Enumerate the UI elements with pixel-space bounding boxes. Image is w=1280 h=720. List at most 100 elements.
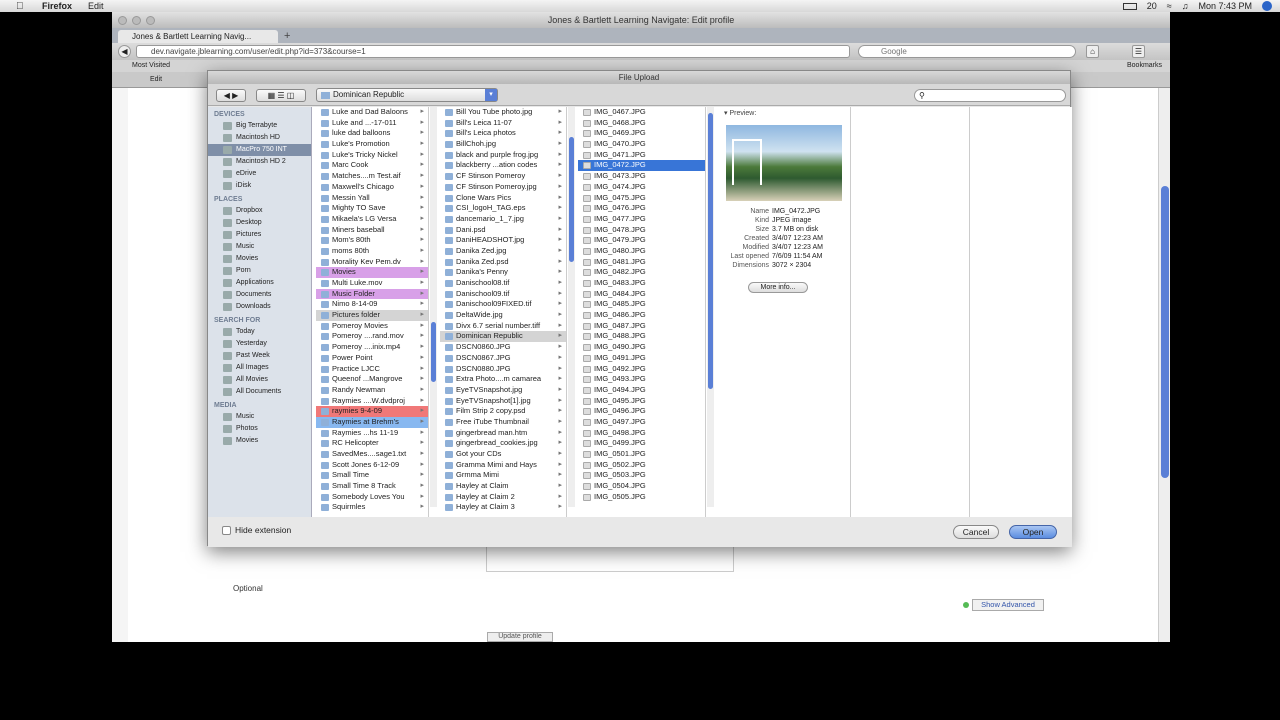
file-row[interactable]: IMG_0486.JPG [578,310,705,321]
file-row[interactable]: IMG_0493.JPG [578,374,705,385]
file-row[interactable]: IMG_0474.JPG [578,182,705,193]
file-row[interactable]: IMG_0479.JPG [578,235,705,246]
file-row[interactable]: Danischool08.tif ▸ [440,278,566,289]
file-row[interactable]: blackberry ...ation codes ▸ [440,160,566,171]
file-row[interactable]: IMG_0483.JPG [578,278,705,289]
view-mode-buttons[interactable]: ▦ ☰ ◫ [256,89,306,102]
file-row[interactable]: DSCN0880.JPG ▸ [440,364,566,375]
bookmarks-menu[interactable]: Bookmarks [1127,60,1162,72]
minimize-window-button[interactable] [132,16,141,25]
sidebar-item-media[interactable]: Photos [208,423,311,435]
file-row[interactable]: Film Strip 2 copy.psd ▸ [440,406,566,417]
file-row[interactable]: IMG_0472.JPG [578,160,705,172]
sidebar-item-search[interactable]: All Movies [208,374,311,386]
sidebar-item-places[interactable]: Porn [208,265,311,277]
file-row[interactable]: IMG_0499.JPG [578,438,705,449]
file-row[interactable]: Mighty TO Save ▸ [316,203,428,214]
volume-icon[interactable]: ♫ [1182,1,1189,11]
file-row[interactable]: Raymies at Brehm's ▸ [316,416,428,428]
wifi-icon[interactable]: ≈ [1167,1,1172,11]
file-row[interactable]: Matches....m Test.aif ▸ [316,171,428,182]
file-row[interactable]: Randy Newman ▸ [316,385,428,396]
sidebar-item-places[interactable]: Applications [208,277,311,289]
file-row[interactable]: IMG_0490.JPG [578,342,705,353]
file-row[interactable]: RC Helicopter ▸ [316,438,428,449]
file-row[interactable]: Pomeroy ....inix.mp4 ▸ [316,342,428,353]
file-row[interactable]: DSCN0860.JPG ▸ [440,342,566,353]
file-row[interactable]: IMG_0481.JPG [578,257,705,268]
file-row[interactable]: Extra Photo....m camarea ▸ [440,374,566,385]
file-row[interactable]: IMG_0485.JPG [578,299,705,310]
column-1[interactable]: Luke and Dad Baloons ▸ Luke and ...-17-011… [316,107,429,517]
file-row[interactable]: Scott Jones 6-12-09 ▸ [316,460,428,471]
file-row[interactable]: IMG_0476.JPG [578,203,705,214]
file-row[interactable]: Morality Kev Pem.dv ▸ [316,257,428,268]
file-row[interactable]: Grmma Mimi ▸ [440,470,566,481]
sidebar-item-places[interactable]: Dropbox [208,205,311,217]
most-visited-link[interactable]: Most Visited [132,60,170,72]
sidebar-item-places[interactable]: Desktop [208,217,311,229]
file-row[interactable]: Movies ▸ [316,267,428,278]
file-row[interactable]: IMG_0503.JPG [578,470,705,481]
file-row[interactable]: Practice LJCC ▸ [316,364,428,375]
file-row[interactable]: Danischool09FIXED.tif ▸ [440,299,566,310]
file-row[interactable]: DSCN0867.JPG ▸ [440,353,566,364]
file-row[interactable]: IMG_0494.JPG [578,385,705,396]
file-row[interactable]: IMG_0504.JPG [578,481,705,492]
file-row[interactable]: Multi Luke.mov ▸ [316,278,428,289]
file-row[interactable]: IMG_0498.JPG [578,428,705,439]
file-row[interactable]: IMG_0467.JPG [578,107,705,118]
sidebar-item-devices[interactable]: Macintosh HD [208,132,311,144]
back-forward-buttons[interactable]: ◀ ▶ [216,89,246,102]
file-row[interactable]: dancemario_1_7.jpg ▸ [440,214,566,225]
file-row[interactable]: Hayley at Claim 3 ▸ [440,502,566,513]
file-row[interactable]: EyeTVSnapshot[1].jpg ▸ [440,396,566,407]
sidebar-item-devices[interactable]: Big Terrabyte [208,120,311,132]
file-row[interactable]: BillChoh.jpg ▸ [440,139,566,150]
toolbar-edit[interactable]: Edit [150,72,162,88]
file-row[interactable]: Raymies ...hs 11-19 ▸ [316,428,428,439]
column-2-scrollbar[interactable] [568,107,575,507]
column-3[interactable]: IMG_0467.JPG IMG_0468.JPG IMG_0469.JPG IMG_… [578,107,706,517]
file-row[interactable]: DaniHEADSHOT.jpg ▸ [440,235,566,246]
file-row[interactable]: Got your CDs ▸ [440,449,566,460]
file-row[interactable]: Miners baseball ▸ [316,225,428,236]
file-row[interactable]: IMG_0502.JPG [578,460,705,471]
file-row[interactable]: Squirmles ▸ [316,502,428,513]
file-row[interactable]: moms 80th ▸ [316,246,428,257]
sidebar-item-places[interactable]: Pictures [208,229,311,241]
file-row[interactable]: Small Time ▸ [316,470,428,481]
file-row[interactable]: SavedMes....sage1.txt ▸ [316,449,428,460]
file-row[interactable]: black and purple frog.jpg ▸ [440,150,566,161]
file-row[interactable]: Raymies ....W.dvdproj ▸ [316,396,428,407]
file-row[interactable]: IMG_0497.JPG [578,417,705,428]
url-bar[interactable]: dev.navigate.jblearning.com/user/edit.ph… [136,45,850,58]
sidebar-item-devices[interactable]: eDrive [208,168,311,180]
page-scrollbar[interactable] [1158,88,1170,642]
sidebar-item-search[interactable]: All Documents [208,386,311,398]
sidebar-item-media[interactable]: Music [208,411,311,423]
sidebar-item-search[interactable]: Yesterday [208,338,311,350]
menubar-clock[interactable]: Mon 7:43 PM [1198,1,1252,11]
checkbox-box[interactable] [222,525,231,535]
path-popup[interactable]: Dominican Republic ▾ [316,88,498,102]
file-row[interactable]: CF Stinson Pomeroy.jpg ▸ [440,182,566,193]
file-row[interactable]: Maxwell's Chicago ▸ [316,182,428,193]
file-row[interactable]: Danika's Penny ▸ [440,267,566,278]
file-row[interactable]: IMG_0471.JPG [578,150,705,161]
file-row[interactable]: Clone Wars Pics ▸ [440,193,566,204]
file-row[interactable]: EyeTVSnapshot.jpg ▸ [440,385,566,396]
file-row[interactable]: gingerbread man.htm ▸ [440,428,566,439]
menu-firefox[interactable]: Firefox [42,1,72,11]
file-row[interactable]: Luke's Promotion ▸ [316,139,428,150]
file-row[interactable]: DeltaWide.jpg ▸ [440,310,566,321]
show-advanced-button[interactable]: Show Advanced [972,599,1044,611]
file-row[interactable]: Hayley at Claim ▸ [440,481,566,492]
file-row[interactable]: Danischool09.tif ▸ [440,289,566,300]
open-button[interactable]: Open [1009,525,1057,539]
file-row[interactable]: Gramma Mimi and Hays ▸ [440,460,566,471]
file-row[interactable]: IMG_0484.JPG [578,289,705,300]
file-row[interactable]: IMG_0501.JPG [578,449,705,460]
cancel-button[interactable]: Cancel [953,525,999,539]
tab-edit-profile[interactable]: Jones & Bartlett Learning Navig... [118,30,278,43]
